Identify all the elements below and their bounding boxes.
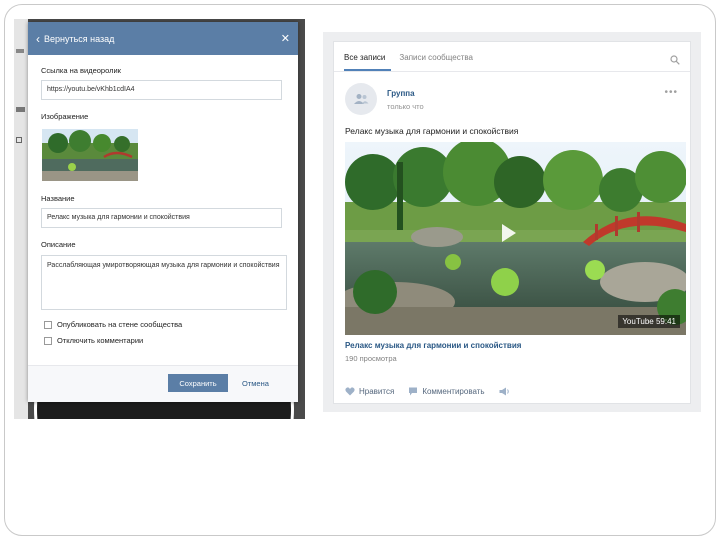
play-icon[interactable] <box>502 224 516 242</box>
image-label: Изображение <box>41 112 89 121</box>
heart-icon <box>345 387 355 396</box>
publish-checkbox[interactable] <box>44 320 52 329</box>
comment-label: Комментировать <box>422 387 485 396</box>
group-avatar-icon <box>354 94 369 104</box>
comment-button[interactable]: Комментировать <box>408 387 485 396</box>
description-textarea[interactable]: Расслабляющая умиротворяющая музыка для … <box>41 255 287 310</box>
back-link[interactable]: Вернуться назад <box>44 34 114 44</box>
video-views: 190 просмотра <box>345 354 397 363</box>
publish-checkbox-label: Опубликовать на стене сообщества <box>57 320 183 329</box>
share-icon <box>499 387 509 396</box>
group-avatar[interactable] <box>345 83 377 115</box>
disable-comments-checkbox-row[interactable]: Отключить комментарии <box>44 336 143 345</box>
search-icon[interactable] <box>670 52 680 70</box>
wall-post-screenshot: Все записи Записи сообщества Группа толь… <box>323 32 701 412</box>
modal-header: ‹ Вернуться назад ✕ <box>28 22 298 55</box>
like-button[interactable]: Нравится <box>345 387 394 396</box>
video-player[interactable]: YouTube 59:41 <box>345 142 686 335</box>
share-button[interactable] <box>499 387 514 396</box>
title-input[interactable]: Релакс музыка для гармонии и спокойствия <box>41 208 282 228</box>
post-author[interactable]: Группа <box>387 89 415 98</box>
post-time[interactable]: только что <box>387 102 424 111</box>
cancel-button[interactable]: Отмена <box>242 379 269 388</box>
wall-card: Все записи Записи сообщества Группа толь… <box>333 41 691 404</box>
comment-icon <box>409 387 418 396</box>
publish-checkbox-row[interactable]: Опубликовать на стене сообщества <box>44 320 182 329</box>
more-icon[interactable]: ••• <box>664 87 678 98</box>
tab-all-posts[interactable]: Все записи <box>344 53 392 71</box>
disable-comments-checkbox[interactable] <box>44 336 52 345</box>
youtube-duration-badge: YouTube 59:41 <box>618 315 680 328</box>
description-label: Описание <box>41 240 76 249</box>
link-label: Ссылка на видеоролик <box>41 66 121 75</box>
post-actions: Нравится Комментировать <box>345 387 528 396</box>
like-label: Нравится <box>359 387 395 396</box>
save-button[interactable]: Сохранить <box>168 374 228 392</box>
post-text: Релакс музыка для гармонии и спокойствия <box>345 126 519 136</box>
background-page <box>14 19 28 419</box>
modal-footer: Сохранить Отмена <box>28 365 298 402</box>
name-label: Название <box>41 194 75 203</box>
disable-comments-checkbox-label: Отключить комментарии <box>57 336 144 345</box>
wall-tabs: Все записи Записи сообщества <box>334 42 690 72</box>
back-arrow-icon[interactable]: ‹ <box>36 32 40 46</box>
video-thumbnail[interactable] <box>42 129 138 181</box>
video-link-input[interactable]: https://youtu.be/vKhb1cdIA4 <box>41 80 282 100</box>
video-title-link[interactable]: Релакс музыка для гармонии и спокойствия <box>345 341 521 350</box>
add-video-modal: ‹ Вернуться назад ✕ Ссылка на видеоролик… <box>28 22 298 402</box>
add-video-screenshot: ‹ Вернуться назад ✕ Ссылка на видеоролик… <box>14 19 305 419</box>
close-icon[interactable]: ✕ <box>281 32 290 45</box>
tab-community-posts[interactable]: Записи сообщества <box>399 53 479 71</box>
